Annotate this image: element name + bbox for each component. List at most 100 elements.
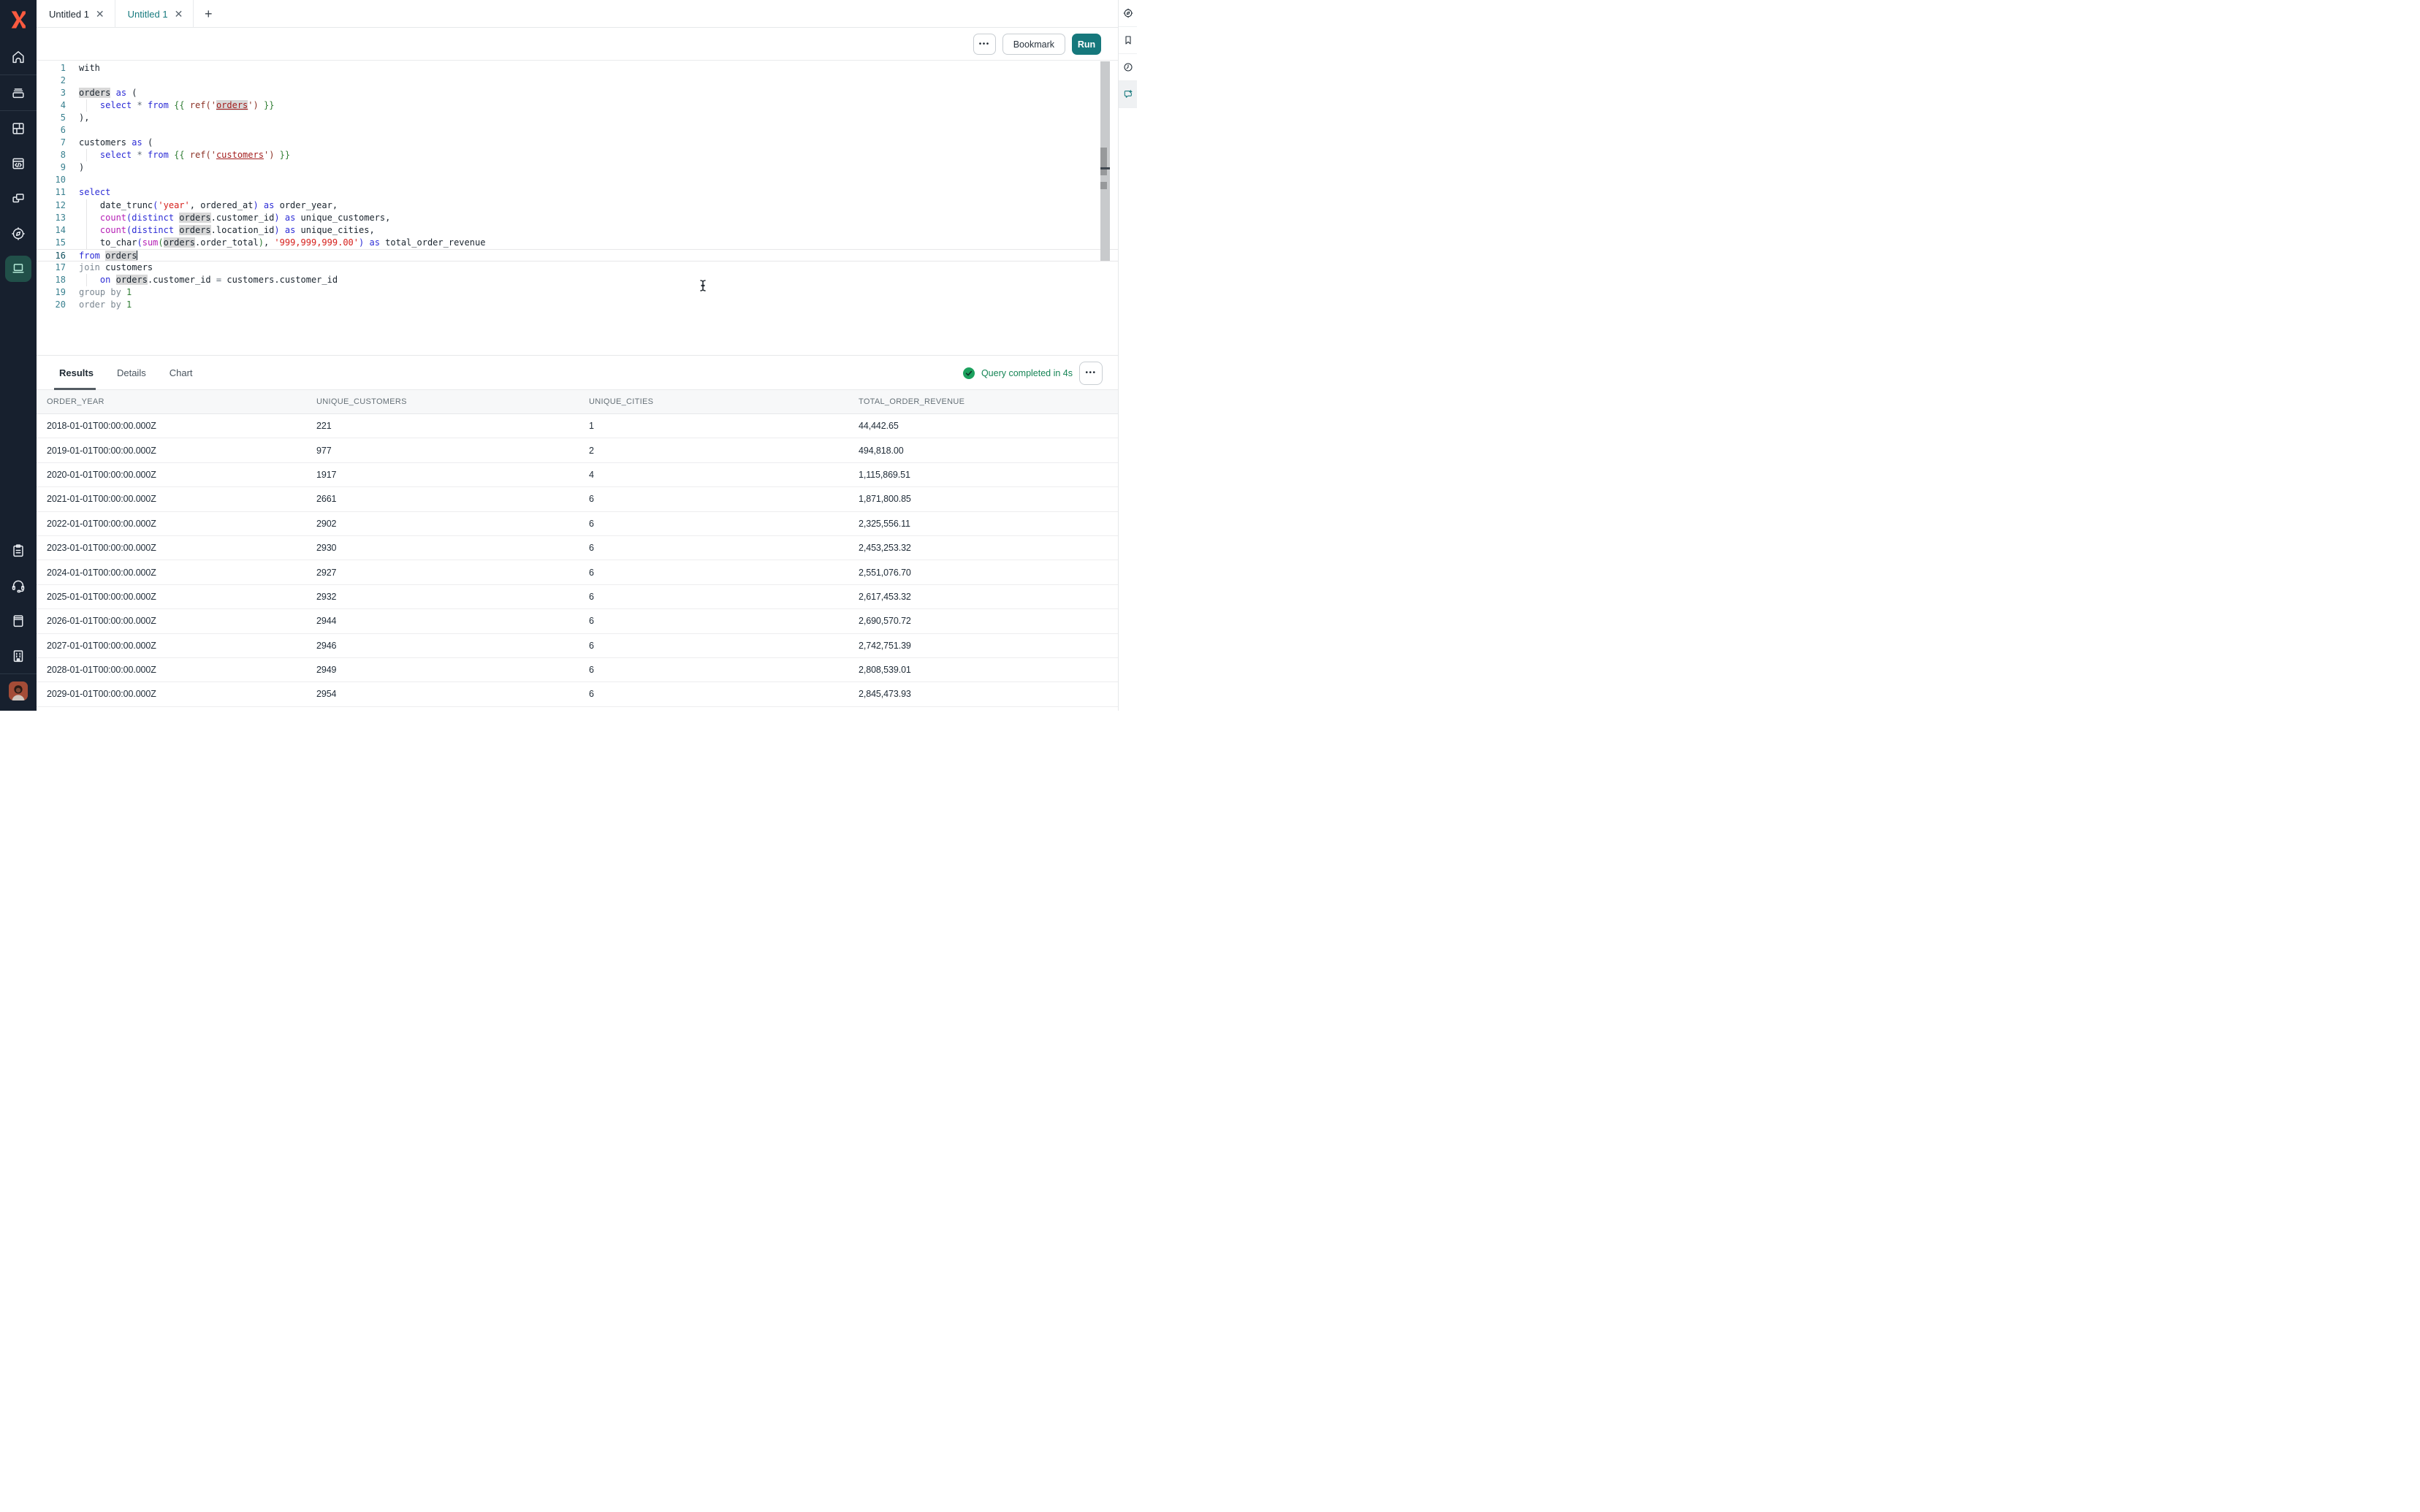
- tab-untitled-1[interactable]: Untitled 1 ✕: [37, 0, 115, 28]
- rightbar-item-explore[interactable]: [1119, 0, 1137, 27]
- table-row[interactable]: 2025-01-01T00:00:00.000Z293262,617,453.3…: [37, 585, 1118, 609]
- table-row[interactable]: 2024-01-01T00:00:00.000Z292762,551,076.7…: [37, 560, 1118, 584]
- table-row[interactable]: 2030-01-01T00:00:00.000Z287961,841,049.3…: [37, 707, 1118, 711]
- app-window: Untitled 1 ✕ Untitled 1 ✕ + ••• Bookmark…: [0, 0, 1137, 711]
- sidebar-item-clipboard[interactable]: [0, 533, 37, 568]
- table-cell: 2946: [316, 641, 589, 651]
- table-cell: 2,453,253.32: [859, 543, 1118, 553]
- line-number: 15: [37, 237, 66, 249]
- code-lines: 1with23orders as (4 select * from {{ ref…: [37, 61, 1118, 311]
- column-header[interactable]: UNIQUE_CUSTOMERS: [316, 397, 589, 406]
- table-row[interactable]: 2027-01-01T00:00:00.000Z294662,742,751.3…: [37, 634, 1118, 658]
- table-cell: 4: [589, 470, 859, 480]
- table-cell: 2902: [316, 519, 589, 529]
- code-line: 17join customers: [37, 261, 1118, 274]
- table-cell: 221: [316, 421, 589, 431]
- line-number: 20: [37, 299, 66, 311]
- sidebar-item-code-editor[interactable]: [0, 146, 37, 181]
- user-avatar[interactable]: [9, 681, 28, 700]
- table-row[interactable]: 2028-01-01T00:00:00.000Z294962,808,539.0…: [37, 658, 1118, 682]
- sidebar-item-drawer[interactable]: [0, 75, 37, 110]
- tab-chart[interactable]: Chart: [170, 367, 193, 378]
- line-number: 12: [37, 199, 66, 212]
- line-number: 11: [37, 186, 66, 199]
- line-number: 13: [37, 212, 66, 224]
- run-button[interactable]: Run: [1072, 34, 1101, 55]
- line-number: 8: [37, 149, 66, 161]
- app-logo[interactable]: [0, 0, 37, 39]
- results-more-button[interactable]: •••: [1079, 362, 1103, 385]
- table-row[interactable]: 2021-01-01T00:00:00.000Z266161,871,800.8…: [37, 487, 1118, 511]
- table-cell: 6: [589, 641, 859, 651]
- table-row[interactable]: 2019-01-01T00:00:00.000Z9772494,818.00: [37, 438, 1118, 462]
- close-icon[interactable]: ✕: [96, 9, 104, 19]
- table-cell: 2025-01-01T00:00:00.000Z: [47, 592, 316, 602]
- table-row[interactable]: 2026-01-01T00:00:00.000Z294462,690,570.7…: [37, 609, 1118, 633]
- editor-scrollbar[interactable]: [1100, 61, 1110, 261]
- rightbar-item-ai-chat[interactable]: [1119, 81, 1137, 108]
- avatar-photo: [9, 681, 28, 700]
- table-cell: 2,742,751.39: [859, 641, 1118, 651]
- ai-chat-sparkle-icon: [1122, 88, 1134, 100]
- table-cell: 977: [316, 446, 589, 456]
- code-line: 11select: [37, 186, 1118, 199]
- code-line: 14 count(distinct orders.location_id) as…: [37, 224, 1118, 237]
- left-sidebar: [0, 0, 37, 711]
- table-cell: 2932: [316, 592, 589, 602]
- sidebar-item-organization[interactable]: [0, 638, 37, 673]
- sidebar-item-support[interactable]: [0, 568, 37, 603]
- rightbar-item-bookmarks[interactable]: [1119, 27, 1137, 54]
- close-icon[interactable]: ✕: [175, 9, 183, 19]
- table-cell: 2,325,556.11: [859, 519, 1118, 529]
- tab-details[interactable]: Details: [117, 367, 146, 378]
- editor-toolbar: ••• Bookmark Run: [37, 28, 1118, 61]
- scrollbar-highlight-mark: [1100, 148, 1107, 175]
- dashboard-grid-icon: [10, 121, 26, 137]
- code-line: 1with: [37, 62, 1118, 75]
- line-number: 9: [37, 161, 66, 174]
- table-row[interactable]: 2022-01-01T00:00:00.000Z290262,325,556.1…: [37, 512, 1118, 536]
- scrollbar-cursor-mark: [1100, 167, 1110, 169]
- line-number: 19: [37, 286, 66, 299]
- sidebar-item-develop-active[interactable]: [0, 251, 37, 286]
- table-cell: 2,551,076.70: [859, 568, 1118, 578]
- code-window-icon: [10, 156, 26, 172]
- table-cell: 1917: [316, 470, 589, 480]
- rightbar-item-history[interactable]: [1119, 54, 1137, 81]
- column-header[interactable]: ORDER_YEAR: [47, 397, 316, 406]
- table-row[interactable]: 2020-01-01T00:00:00.000Z191741,115,869.5…: [37, 463, 1118, 487]
- line-number: 7: [37, 137, 66, 149]
- table-row[interactable]: 2029-01-01T00:00:00.000Z295462,845,473.9…: [37, 682, 1118, 706]
- sql-editor[interactable]: 1with23orders as (4 select * from {{ ref…: [37, 61, 1118, 355]
- tab-label: Untitled 1: [128, 9, 168, 20]
- sidebar-item-windows[interactable]: [0, 181, 37, 216]
- more-options-button[interactable]: •••: [973, 34, 996, 55]
- results-table-header: ORDER_YEARUNIQUE_CUSTOMERSUNIQUE_CITIEST…: [37, 390, 1118, 414]
- sidebar-item-home[interactable]: [0, 39, 37, 75]
- bookmark-button[interactable]: Bookmark: [1002, 34, 1065, 55]
- new-tab-button[interactable]: +: [194, 0, 223, 28]
- line-number: 1: [37, 62, 66, 75]
- sidebar-item-explore[interactable]: [0, 216, 37, 251]
- table-cell: 2024-01-01T00:00:00.000Z: [47, 568, 316, 578]
- table-cell: 1: [589, 421, 859, 431]
- active-nav-tile: [5, 256, 31, 282]
- sidebar-item-docs[interactable]: [0, 603, 37, 638]
- column-header[interactable]: TOTAL_ORDER_REVENUE: [859, 397, 1118, 406]
- building-icon: [10, 648, 26, 664]
- table-row[interactable]: 2018-01-01T00:00:00.000Z221144,442.65: [37, 414, 1118, 438]
- table-row[interactable]: 2023-01-01T00:00:00.000Z293062,453,253.3…: [37, 536, 1118, 560]
- code-line: 13 count(distinct orders.customer_id) as…: [37, 212, 1118, 224]
- main-area: Untitled 1 ✕ Untitled 1 ✕ + ••• Bookmark…: [37, 0, 1118, 711]
- scrollbar-highlight-mark: [1100, 182, 1107, 189]
- column-header[interactable]: UNIQUE_CITIES: [589, 397, 859, 406]
- code-line: 16from orders: [37, 249, 1118, 261]
- compass-icon: [1122, 7, 1134, 19]
- tab-untitled-2[interactable]: Untitled 1 ✕: [115, 0, 194, 28]
- sidebar-item-dashboards[interactable]: [0, 111, 37, 146]
- table-cell: 494,818.00: [859, 446, 1118, 456]
- tab-results[interactable]: Results: [59, 367, 94, 378]
- table-cell: 1,871,800.85: [859, 494, 1118, 504]
- table-cell: 2021-01-01T00:00:00.000Z: [47, 494, 316, 504]
- bookmark-icon: [1122, 34, 1134, 46]
